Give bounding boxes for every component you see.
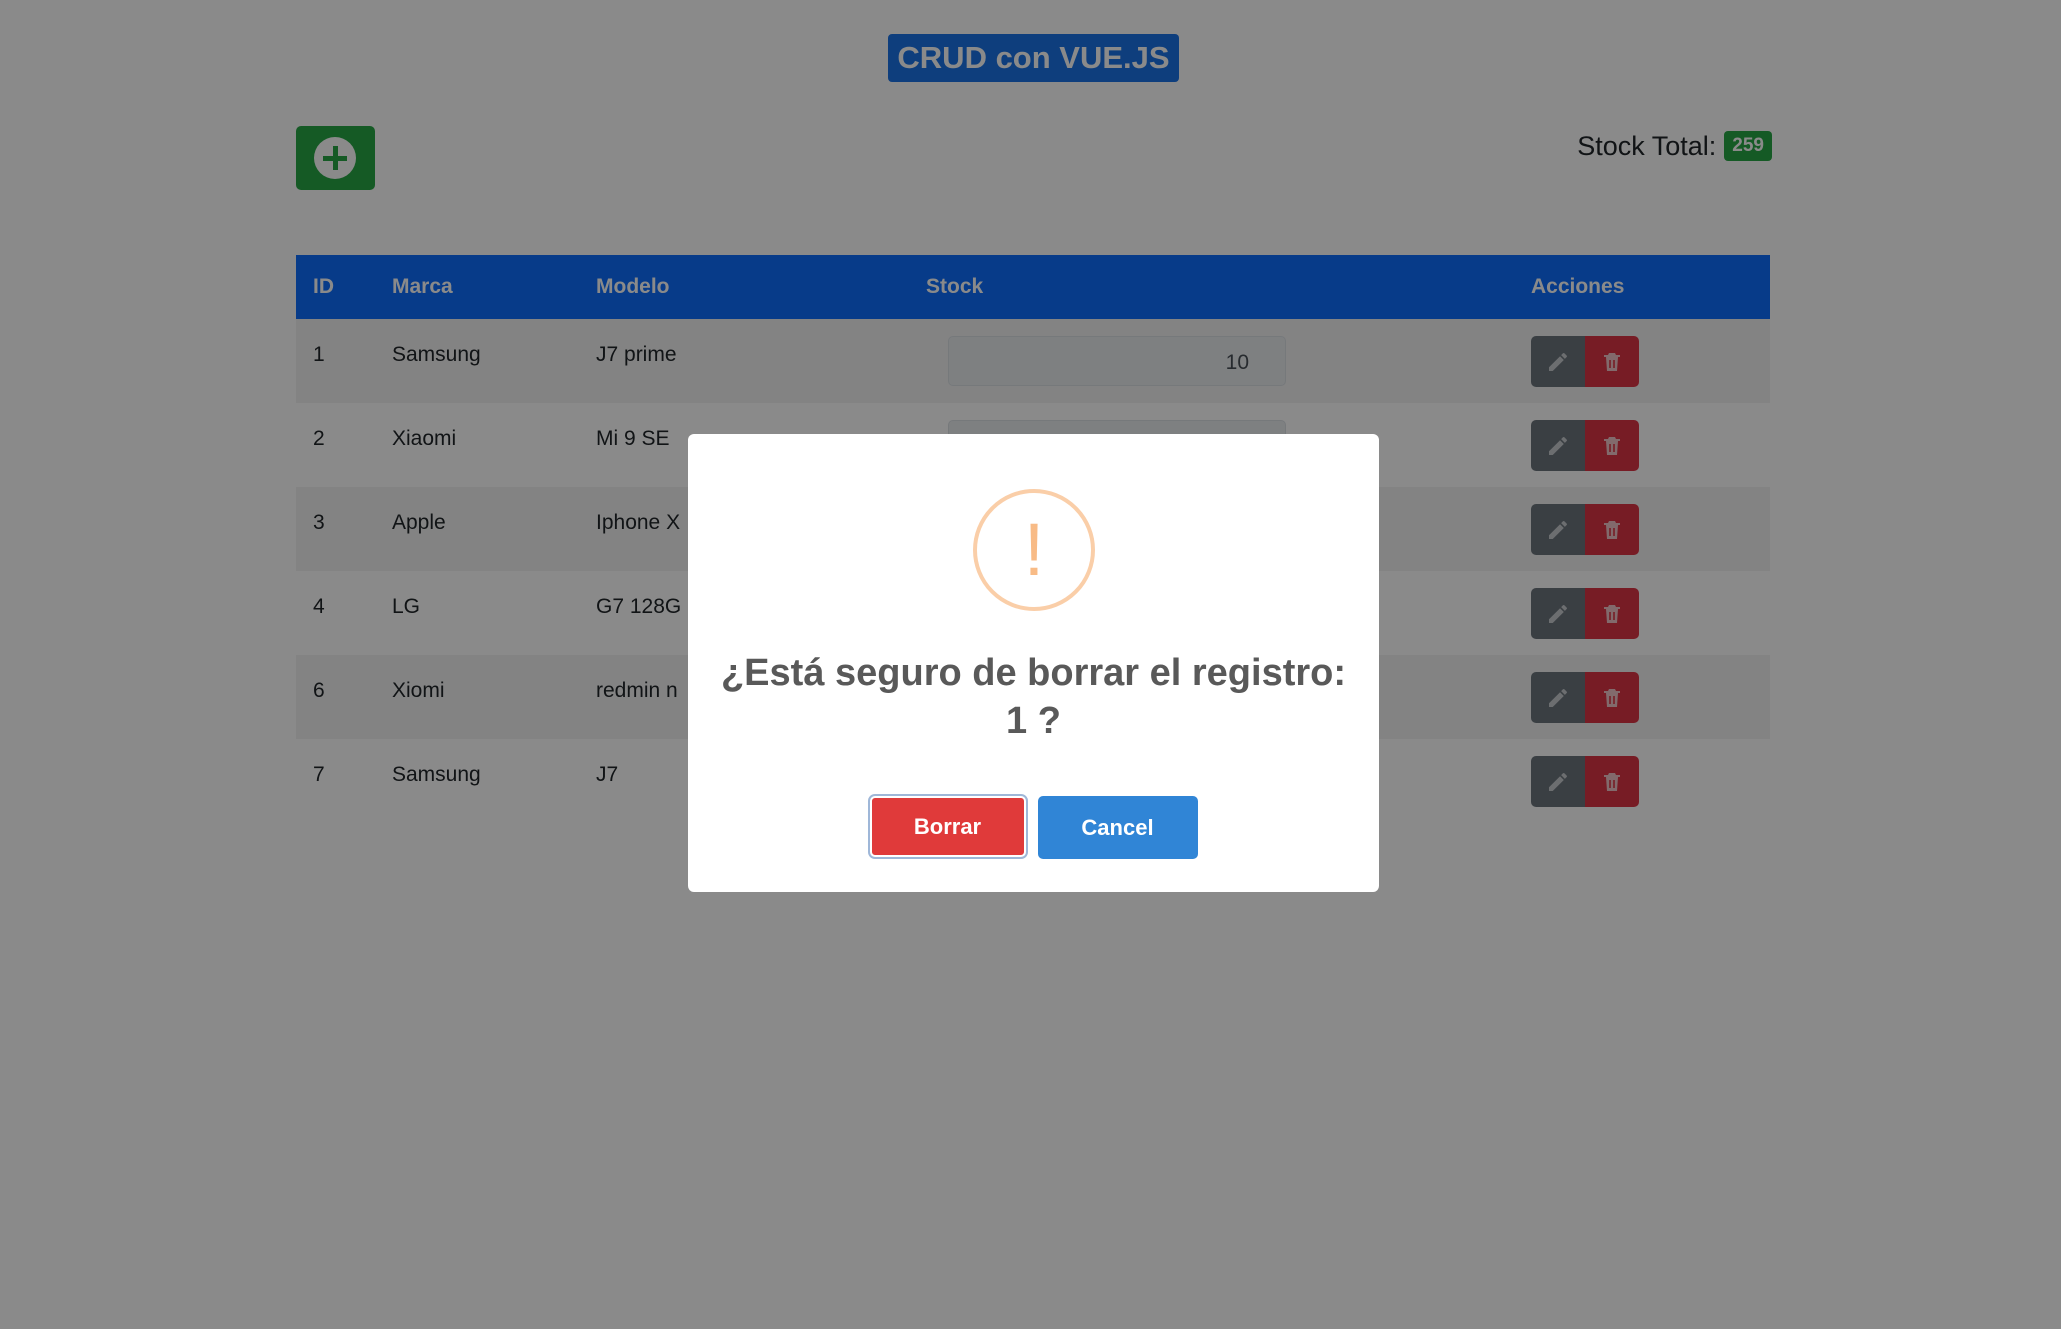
cancel-button[interactable]: Cancel <box>1037 796 1198 859</box>
dialog-actions: Borrar Cancel <box>688 794 1379 859</box>
dialog-message: ¿Está seguro de borrar el registro: 1 ? <box>720 652 1347 742</box>
borrar-button[interactable]: Borrar <box>867 794 1028 859</box>
confirm-dialog: ! ¿Está seguro de borrar el registro: 1 … <box>688 434 1379 892</box>
warning-icon: ! <box>973 489 1095 611</box>
